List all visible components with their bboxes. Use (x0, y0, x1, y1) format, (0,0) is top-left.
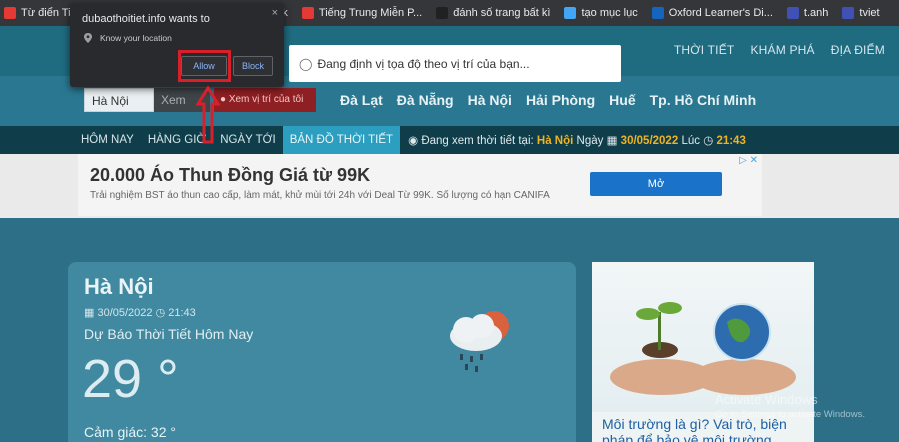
weather-feels-like: Cảm giác: 32 ° (84, 424, 176, 440)
permission-request-label: Know your location (100, 33, 172, 43)
calendar-icon: ▦ (606, 135, 618, 147)
bookmark-favicon-icon (436, 7, 449, 19)
tab-weather-map[interactable]: BẢN ĐỒ THỜI TIẾT (282, 126, 401, 154)
rain-cloud-sun-icon (438, 304, 518, 379)
viewing-date: 30/05/2022 (620, 135, 679, 147)
my-location-label: Xem vị trí của tôi (228, 94, 304, 105)
viewing-time: 21:43 (716, 135, 746, 147)
activate-windows-title: Activate Windows (715, 392, 818, 407)
calendar-icon: ▦ (84, 307, 95, 319)
bookmark-item[interactable]: đánh số trang bất kì (436, 7, 550, 19)
bookmark-favicon-icon (301, 7, 314, 19)
block-button[interactable]: Block (233, 56, 273, 76)
top-nav-places[interactable]: ĐỊA ĐIỂM (831, 43, 885, 57)
time-label: Lúc (681, 135, 700, 147)
spinner-icon: ◯ (299, 56, 313, 71)
article-image[interactable] (592, 262, 814, 412)
top-nav-explore[interactable]: KHÁM PHÁ (750, 43, 814, 57)
ad-title[interactable]: 20.000 Áo Thun Đồng Giá từ 99K (90, 165, 370, 186)
clock-icon: ◷ (155, 307, 166, 319)
bookmark-item[interactable]: tviet (842, 7, 880, 19)
top-nav-weather[interactable]: THỜI TIẾT (674, 43, 735, 57)
map-marker-icon: ● (220, 94, 227, 105)
top-nav: THỜI TIẾT KHÁM PHÁ ĐỊA ĐIỂM (674, 43, 885, 57)
weather-datetime: ▦ 30/05/2022 ◷ 21:43 (84, 306, 196, 319)
weather-heading: Dự Báo Thời Tiết Hôm Nay (84, 326, 254, 342)
location-pin-icon (84, 33, 92, 43)
city-link-hcm[interactable]: Tp. Hồ Chí Minh (650, 92, 757, 108)
bookmark-item[interactable]: t.anh (786, 7, 829, 19)
globe-icon: ◉ (408, 135, 419, 147)
bookmark-favicon-icon (651, 7, 664, 19)
bookmark-label: Oxford Learner's Di... (668, 7, 773, 19)
tab-next-days[interactable]: NGÀY TỚI (213, 126, 282, 154)
viewing-info: ◉ Đang xem thời tiết tại: Hà Nội Ngày ▦ … (408, 133, 746, 147)
city-link-da-lat[interactable]: Đà Lạt (340, 92, 383, 108)
ad-subtitle: Trải nghiệm BST áo thun cao cấp, làm mát… (90, 190, 550, 201)
tab-today[interactable]: HÔM NAY (74, 126, 141, 154)
clock-icon: ◷ (703, 135, 714, 147)
bookmark-label: tạo mục lục (581, 7, 638, 19)
bookmark-item[interactable]: Oxford Learner's Di... (651, 7, 773, 19)
ad-open-button[interactable]: Mở (590, 172, 722, 196)
city-link-hue[interactable]: Huế (609, 92, 635, 108)
city-input[interactable]: Hà Nội (84, 88, 154, 112)
ad-choices-icon[interactable]: ▷ ✕ (739, 155, 758, 166)
ad-box[interactable]: 20.000 Áo Thun Đồng Giá từ 99K Trải nghi… (78, 154, 762, 216)
city-link-da-nang[interactable]: Đà Nẵng (397, 92, 454, 108)
city-link-ha-noi[interactable]: Hà Nội (468, 92, 512, 108)
weather-date: 30/05/2022 (97, 307, 153, 319)
allow-button[interactable]: Allow (181, 56, 227, 76)
viewing-city: Hà Nội (536, 135, 574, 147)
bookmark-label: tviet (859, 7, 880, 19)
weather-time: 21:43 (168, 307, 196, 319)
city-link-hai-phong[interactable]: Hải Phòng (526, 92, 595, 108)
bookmark-label: Tiếng Trung Miễn P... (318, 7, 423, 19)
bookmark-item[interactable]: tạo mục lục (564, 7, 638, 19)
bookmark-favicon-icon (842, 7, 855, 19)
day-label: Ngày (576, 135, 604, 147)
bookmark-favicon-icon (564, 7, 577, 19)
bookmark-label: đánh số trang bất kì (453, 7, 551, 19)
close-icon[interactable]: × (272, 7, 278, 19)
locating-toast: ◯ Đang định vị tọa độ theo vị trí của bạ… (289, 45, 621, 82)
red-up-arrow-icon (195, 85, 221, 149)
permission-site: dubaothoitiet.info wants to (82, 13, 210, 25)
ad-band: 20.000 Áo Thun Đồng Giá từ 99K Trải nghi… (0, 154, 899, 218)
my-location-button[interactable]: ● Xem vị trí của tôi (214, 88, 316, 112)
viewing-prefix: Đang xem thời tiết tại: (421, 135, 534, 147)
bookmark-favicon-icon (786, 7, 799, 19)
forecast-nav: HÔM NAY HÀNG GIỜ NGÀY TỚI BẢN ĐỒ THỜI TI… (0, 126, 899, 154)
bookmark-label: t.anh (803, 7, 829, 19)
bookmark-favicon-icon (4, 7, 16, 19)
weather-card: Hà Nội ▦ 30/05/2022 ◷ 21:43 Dự Báo Thời … (68, 262, 576, 442)
city-links: Đà Lạt Đà Nẵng Hà Nội Hải Phòng Huế Tp. … (340, 92, 756, 108)
weather-city: Hà Nội (84, 274, 154, 299)
locating-text: Đang định vị tọa độ theo vị trí của bạn.… (317, 56, 530, 71)
permission-request: Know your location (84, 33, 172, 43)
weather-temperature: 29 ° (82, 349, 179, 409)
activate-windows-subtitle: Go to Settings to activate Windows. (715, 409, 865, 420)
bookmark-item[interactable]: Tiếng Trung Miễn P... (301, 7, 423, 19)
